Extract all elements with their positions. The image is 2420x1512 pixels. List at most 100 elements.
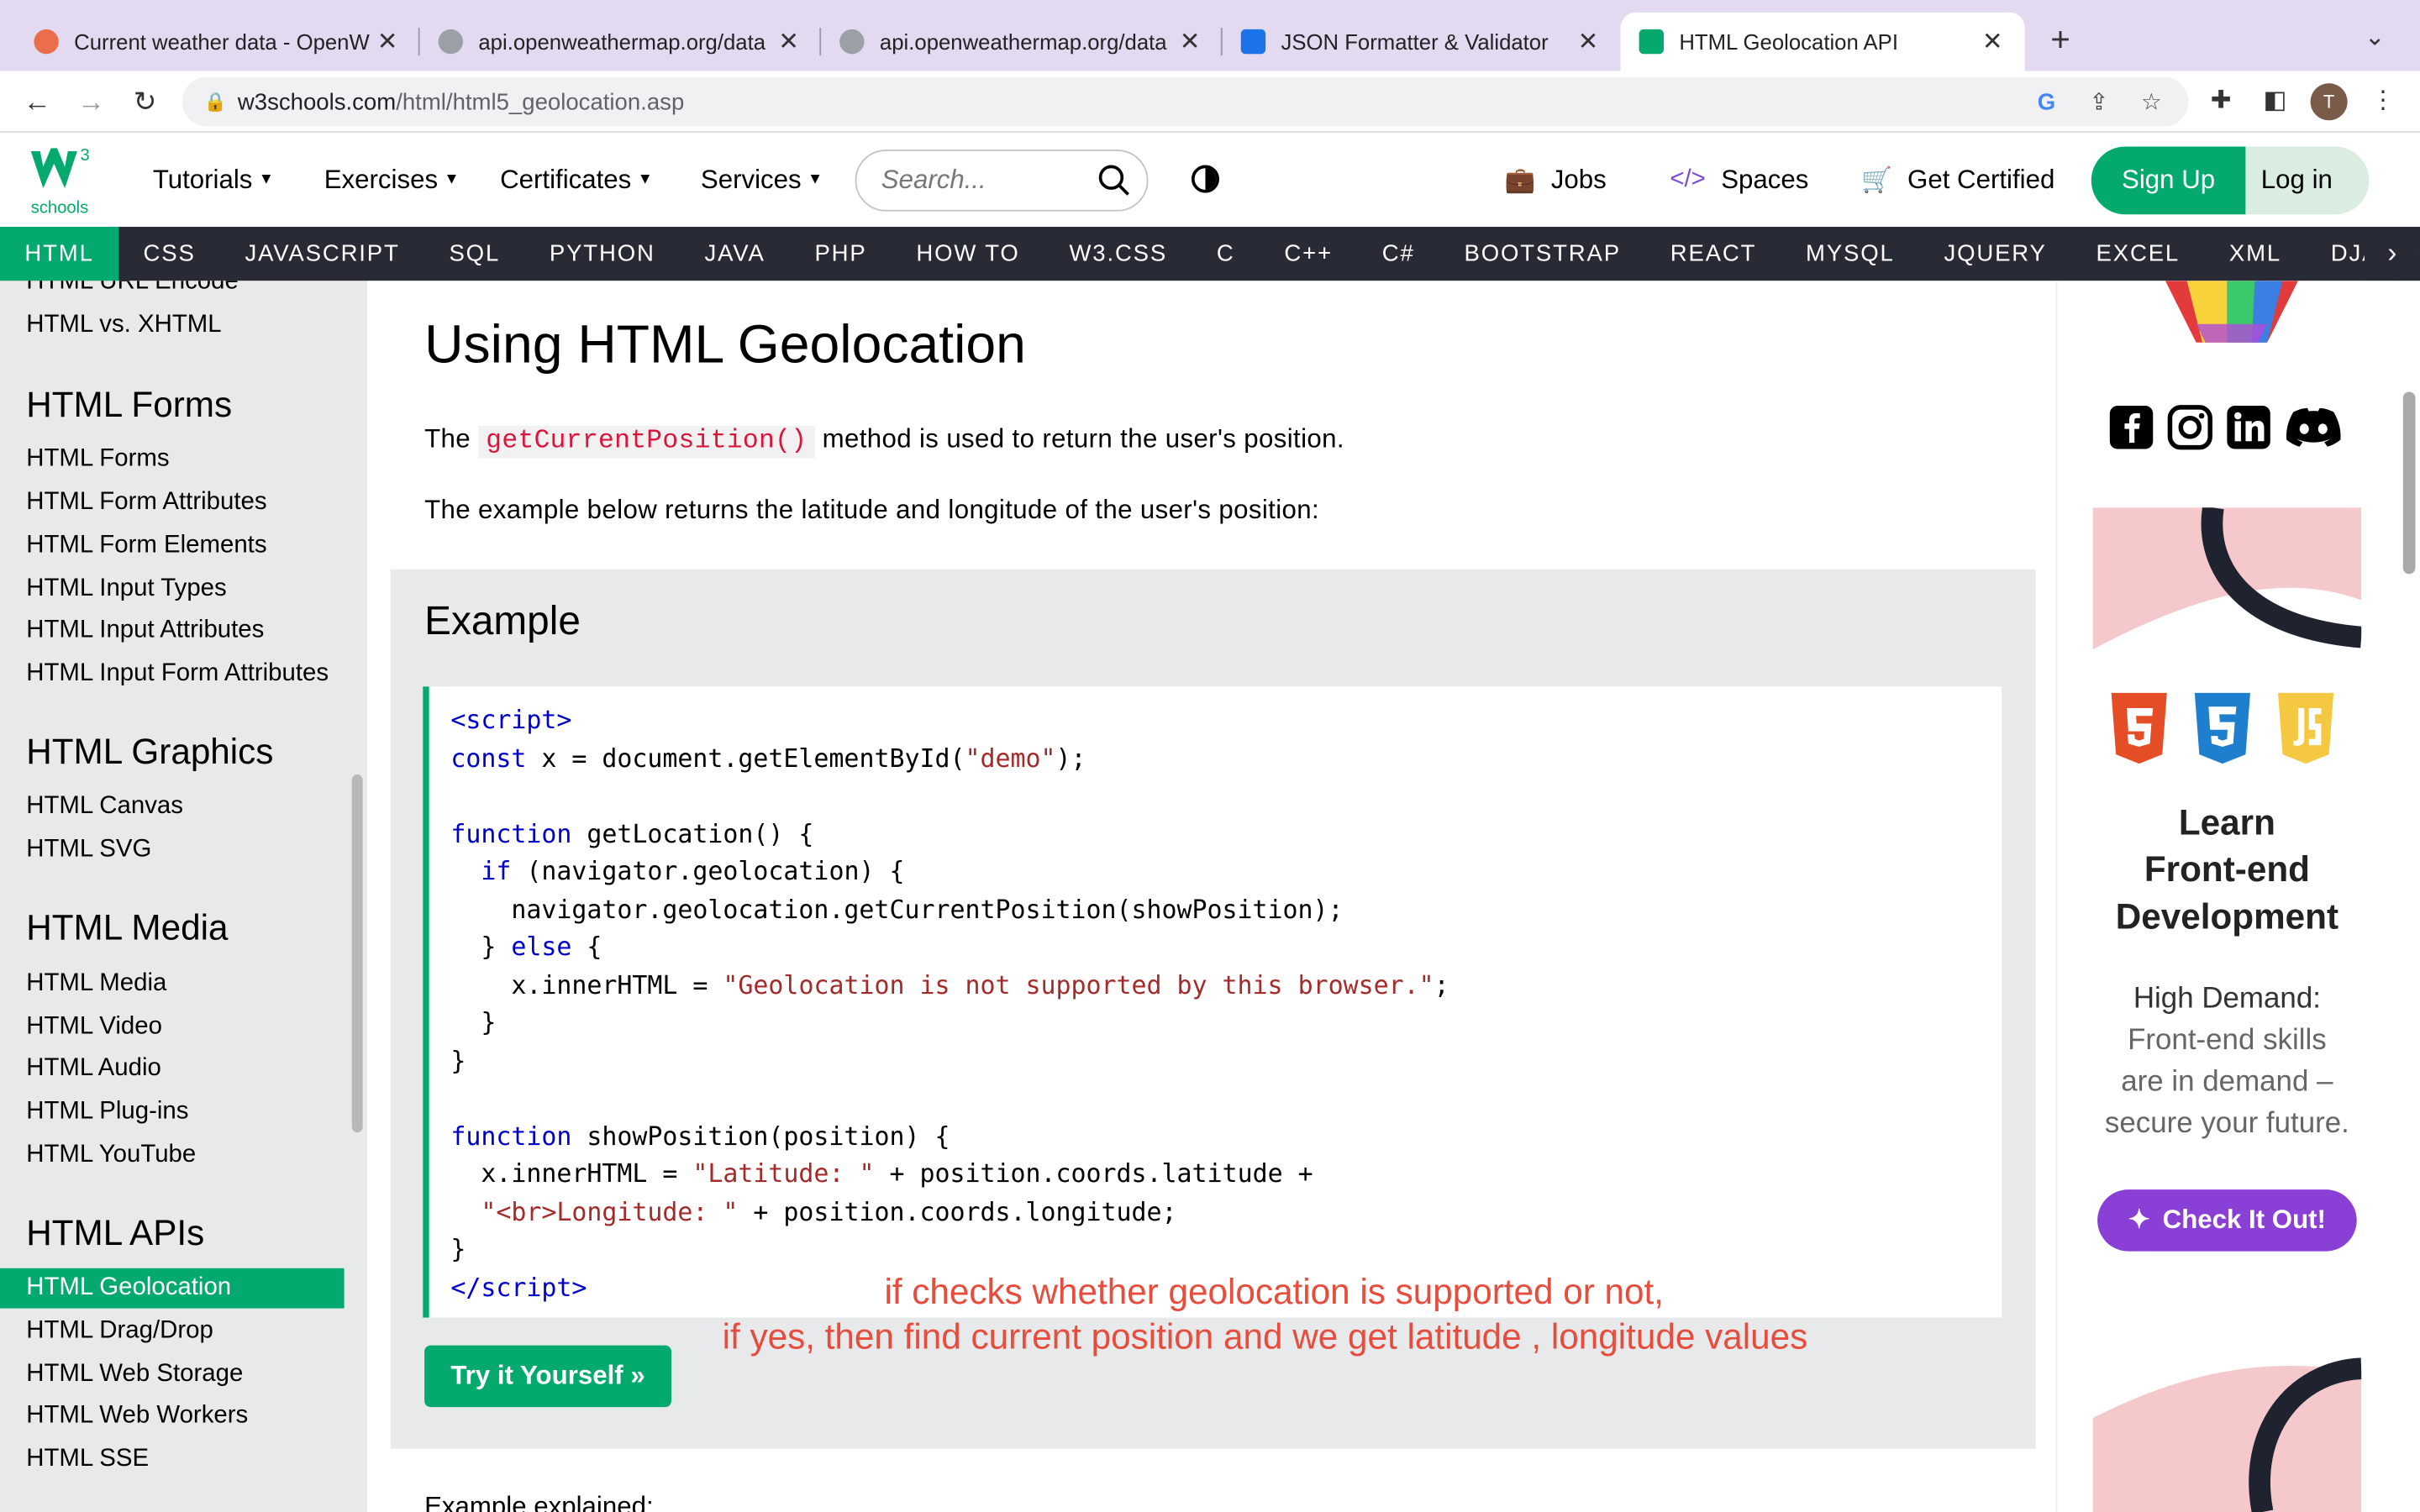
topic-php[interactable]: PHP	[790, 227, 892, 281]
forward-arrow-icon[interactable]: →	[72, 83, 109, 120]
inline-code: getCurrentPosition()	[478, 425, 815, 459]
topic-jquery[interactable]: JQUERY	[1919, 227, 2071, 281]
more-menu-icon[interactable]: ⋮	[2365, 83, 2402, 120]
code-line: }	[450, 1007, 497, 1037]
log-in-button[interactable]: Log in	[2245, 146, 2370, 215]
sidebar-item-sse[interactable]: HTML SSE	[26, 1446, 149, 1473]
sidebar-scrollbar[interactable]	[351, 774, 363, 1133]
sidebar-item-vs-xhtml[interactable]: HTML vs. XHTML	[26, 312, 221, 339]
tab-title: api.openweathermap.org/data	[478, 29, 766, 55]
sidebar-item-plugins[interactable]: HTML Plug-ins	[26, 1099, 188, 1126]
w3schools-logo[interactable]: 3 schools	[28, 145, 102, 216]
tab-openweather[interactable]: Current weather data - OpenW ✕	[15, 13, 420, 71]
exercises-menu[interactable]: Exercises ▼	[324, 133, 460, 227]
topic-css[interactable]: CSS	[118, 227, 220, 281]
sidebar-item-drag-drop[interactable]: HTML Drag/Drop	[26, 1318, 213, 1346]
topic-html[interactable]: HTML	[0, 226, 119, 281]
page-scrollbar[interactable]	[2398, 281, 2420, 1512]
sidebar-heading-apis: HTML APIs	[26, 1212, 205, 1253]
page-scrollbar-thumb[interactable]	[2402, 391, 2416, 575]
caret-down-icon: ▼	[444, 171, 460, 189]
topics-bar: HTML CSS JAVASCRIPT SQL PYTHON JAVA PHP …	[0, 226, 2420, 281]
topic-cpp[interactable]: C++	[1260, 227, 1357, 281]
code-line: function getLocation() {	[450, 818, 814, 848]
check-it-out-button[interactable]: ✦ Check It Out!	[2097, 1189, 2357, 1252]
try-it-yourself-button[interactable]: Try it Yourself »	[424, 1345, 671, 1408]
side-panel-icon[interactable]: ◧	[2256, 83, 2293, 120]
tutorials-menu[interactable]: Tutorials ▼	[153, 133, 274, 227]
w3schools-favicon-icon	[1639, 29, 1664, 55]
spaces-link[interactable]: </> Spaces	[1670, 133, 1808, 227]
tab-html-geolocation[interactable]: HTML Geolocation API ✕	[1620, 12, 2025, 71]
tab-api-2[interactable]: api.openweathermap.org/data ✕	[821, 13, 1223, 71]
sidebar-item-youtube[interactable]: HTML YouTube	[26, 1142, 196, 1169]
sidebar-item-svg[interactable]: HTML SVG	[26, 837, 151, 864]
sidebar-item-audio[interactable]: HTML Audio	[26, 1055, 161, 1083]
sidebar-item-form-elements[interactable]: HTML Form Elements	[26, 533, 266, 560]
menu-label: Exercises	[324, 164, 439, 194]
sidebar-item-video[interactable]: HTML Video	[26, 1014, 162, 1042]
sidebar-item-input-types[interactable]: HTML Input Types	[26, 575, 226, 603]
sidebar-item-web-workers[interactable]: HTML Web Workers	[26, 1403, 248, 1431]
sidebar-item-input-attributes[interactable]: HTML Input Attributes	[26, 617, 264, 645]
new-tab-button[interactable]: +	[2040, 21, 2081, 59]
topic-w3css[interactable]: W3.CSS	[1044, 227, 1192, 281]
topic-excel[interactable]: EXCEL	[2071, 227, 2204, 281]
chevron-right-icon[interactable]: ›	[2364, 226, 2420, 281]
certificates-menu[interactable]: Certificates ▼	[500, 133, 653, 227]
jobs-link[interactable]: 💼 Jobs	[1505, 133, 1607, 227]
sidebar-item-geolocation[interactable]: HTML Geolocation	[0, 1268, 345, 1309]
sidebar-heading-media: HTML Media	[26, 906, 229, 948]
topic-sql[interactable]: SQL	[424, 227, 524, 281]
get-certified-link[interactable]: 🛒 Get Certified	[1861, 133, 2054, 227]
sidebar-item-canvas[interactable]: HTML Canvas	[26, 793, 183, 821]
topic-howto[interactable]: HOW TO	[892, 227, 1044, 281]
topic-bootstrap[interactable]: BOOTSTRAP	[1439, 227, 1645, 281]
address-bar[interactable]: 🔒 w3schools.com/html/html5_geolocation.a…	[182, 76, 2189, 127]
topic-python[interactable]: PYTHON	[524, 227, 680, 281]
html5-icon	[2111, 692, 2167, 764]
topic-java[interactable]: JAVA	[680, 227, 790, 281]
google-icon[interactable]: G	[2025, 77, 2068, 127]
topic-javascript[interactable]: JAVASCRIPT	[220, 227, 424, 281]
cart-icon: 🛒	[1861, 167, 1892, 194]
sidebar-item-forms[interactable]: HTML Forms	[26, 446, 169, 474]
caret-down-icon: ▼	[258, 171, 274, 189]
close-tab-icon[interactable]: ✕	[775, 26, 802, 57]
topic-c[interactable]: C	[1192, 227, 1260, 281]
close-tab-icon[interactable]: ✕	[1176, 26, 1204, 57]
tab-json-formatter[interactable]: JSON Formatter & Validator ✕	[1223, 13, 1621, 71]
frontend-ad-banner[interactable]: Learn Front-end Development High Demand:…	[2092, 507, 2362, 1248]
bookmark-star-icon[interactable]: ☆	[2130, 77, 2173, 127]
reload-icon[interactable]: ↻	[127, 83, 164, 120]
facebook-icon[interactable]	[2108, 404, 2154, 450]
sidebar-item-media[interactable]: HTML Media	[26, 970, 166, 998]
sidebar-item-url-encode[interactable]: HTML URL Encode	[26, 281, 239, 296]
topic-react[interactable]: REACT	[1645, 227, 1781, 281]
instagram-icon[interactable]	[2167, 404, 2213, 450]
close-tab-icon[interactable]: ✕	[1574, 26, 1602, 57]
topic-mysql[interactable]: MYSQL	[1781, 227, 1919, 281]
search-icon[interactable]	[1097, 164, 1131, 197]
sidebar-heading-forms: HTML Forms	[26, 384, 233, 425]
extensions-puzzle-icon[interactable]: ✚	[2202, 83, 2239, 120]
dark-mode-toggle-icon[interactable]	[1191, 165, 1220, 193]
sidebar-item-form-attributes[interactable]: HTML Form Attributes	[26, 489, 266, 517]
tab-api-1[interactable]: api.openweathermap.org/data ✕	[420, 13, 822, 71]
back-arrow-icon[interactable]: ←	[18, 83, 55, 120]
services-menu[interactable]: Services ▼	[701, 133, 823, 227]
profile-avatar[interactable]: T	[2310, 83, 2348, 121]
search-input[interactable]: Search...	[855, 150, 1149, 212]
close-tab-icon[interactable]: ✕	[373, 26, 401, 57]
tab-search-chevron-icon[interactable]: ⌄	[2365, 22, 2386, 53]
topic-xml[interactable]: XML	[2204, 227, 2306, 281]
sidebar-item-web-storage[interactable]: HTML Web Storage	[26, 1361, 243, 1389]
linkedin-icon[interactable]	[2226, 404, 2272, 450]
sidebar-item-input-form-attributes[interactable]: HTML Input Form Attributes	[26, 660, 329, 688]
sign-up-button[interactable]: Sign Up	[2091, 146, 2246, 215]
topic-csharp[interactable]: C#	[1357, 227, 1439, 281]
code-line: }	[450, 1045, 466, 1075]
share-icon[interactable]: ⇪	[2077, 77, 2120, 127]
discord-icon[interactable]	[2283, 404, 2344, 450]
close-tab-icon[interactable]: ✕	[1979, 26, 2007, 57]
